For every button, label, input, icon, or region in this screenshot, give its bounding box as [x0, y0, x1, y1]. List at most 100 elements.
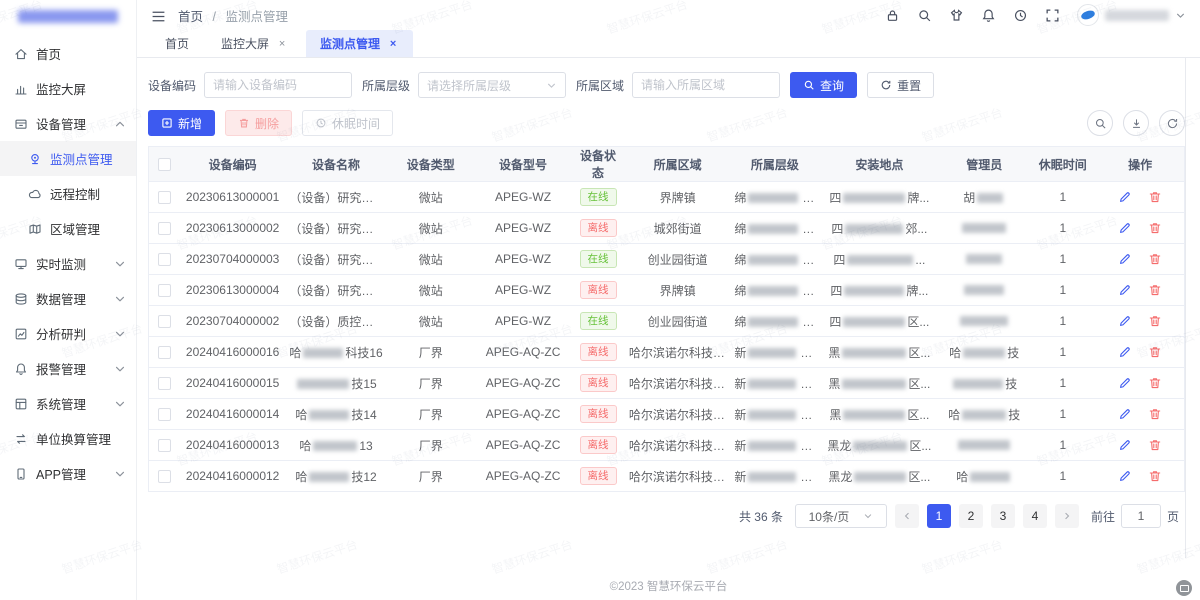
- row-checkbox[interactable]: [158, 408, 171, 421]
- edit-icon[interactable]: [1118, 314, 1132, 328]
- table-row: 20240416000013 哈13 厂界 APEG-AQ-ZC 离线 哈尔滨诺…: [149, 430, 1185, 461]
- next-page-button[interactable]: [1055, 504, 1079, 528]
- reset-button[interactable]: 重置: [867, 72, 934, 98]
- sidebar-item-big-screen[interactable]: 监控大屏: [0, 71, 136, 106]
- tab-0[interactable]: 首页: [151, 30, 203, 57]
- history-clock-icon[interactable]: [1013, 8, 1028, 23]
- edit-icon[interactable]: [1118, 190, 1132, 204]
- row-checkbox[interactable]: [158, 191, 171, 204]
- download-icon[interactable]: [1123, 110, 1149, 136]
- delete-icon[interactable]: [1148, 221, 1162, 235]
- tab-1[interactable]: 监控大屏×: [207, 30, 302, 57]
- chevron-down-icon: [546, 80, 557, 91]
- delete-icon[interactable]: [1148, 190, 1162, 204]
- sidebar-item-region-mgmt[interactable]: 区域管理: [0, 211, 136, 246]
- cell-checkbox: [149, 213, 180, 244]
- delete-icon[interactable]: [1148, 407, 1162, 421]
- sidebar-item-alarm-mgmt[interactable]: 报警管理: [0, 351, 136, 386]
- edit-icon[interactable]: [1118, 345, 1132, 359]
- cell-admin: 哈技: [939, 399, 1029, 430]
- sidebar-item-analysis[interactable]: 分析研判: [0, 316, 136, 351]
- sidebar-item-app-mgmt[interactable]: APP管理: [0, 456, 136, 491]
- tab-2[interactable]: 监测点管理×: [306, 30, 413, 57]
- edit-icon[interactable]: [1118, 221, 1132, 235]
- row-checkbox[interactable]: [158, 315, 171, 328]
- delete-icon[interactable]: [1148, 314, 1162, 328]
- collapse-menu-icon[interactable]: [151, 9, 166, 22]
- sidebar-item-realtime-monitor[interactable]: 实时监测: [0, 246, 136, 281]
- sleep-time-button[interactable]: 休眠时间: [302, 110, 393, 136]
- region-input[interactable]: [632, 72, 780, 98]
- reset-button-label: 重置: [897, 77, 921, 94]
- table-search-icon[interactable]: [1087, 110, 1113, 136]
- cell-region: 哈尔滨诺尔科技有...: [625, 399, 730, 430]
- fullscreen-icon[interactable]: [1045, 8, 1060, 23]
- delete-button[interactable]: 删除: [225, 110, 292, 136]
- sidebar-item-monitor-point-mgmt[interactable]: 监测点管理: [0, 141, 136, 176]
- redacted-text: [953, 379, 1003, 389]
- row-checkbox[interactable]: [158, 222, 171, 235]
- delete-icon[interactable]: [1148, 345, 1162, 359]
- edit-icon[interactable]: [1118, 469, 1132, 483]
- breadcrumb-home[interactable]: 首页: [178, 10, 203, 24]
- redacted-text: [748, 255, 798, 265]
- delete-icon[interactable]: [1148, 469, 1162, 483]
- page-button-3[interactable]: 3: [991, 504, 1015, 528]
- page-button-4[interactable]: 4: [1023, 504, 1047, 528]
- redacted-text: [748, 348, 796, 358]
- table-row: 20240416000014 哈技14 厂界 APEG-AQ-ZC 离线 哈尔滨…: [149, 399, 1185, 430]
- close-icon[interactable]: ×: [387, 38, 399, 50]
- add-button[interactable]: 新增: [148, 110, 215, 136]
- row-checkbox[interactable]: [158, 377, 171, 390]
- sidebar-item-unit-convert-mgmt[interactable]: 单位换算管理: [0, 421, 136, 456]
- delete-icon[interactable]: [1148, 252, 1162, 266]
- cell-layer: 绵生...: [730, 306, 819, 337]
- cell-name: 哈科技16: [285, 337, 386, 368]
- page-button-2[interactable]: 2: [959, 504, 983, 528]
- sidebar-item-system-mgmt[interactable]: 系统管理: [0, 386, 136, 421]
- sidebar-item-home[interactable]: 首页: [0, 36, 136, 71]
- cell-admin: [939, 244, 1029, 275]
- theme-icon[interactable]: [949, 8, 964, 23]
- delete-icon[interactable]: [1148, 376, 1162, 390]
- row-checkbox[interactable]: [158, 439, 171, 452]
- cell-sleep: 1: [1029, 430, 1096, 461]
- cell-type: 厂界: [387, 337, 475, 368]
- breadcrumb: 首页 / 监测点管理: [178, 6, 288, 25]
- edit-icon[interactable]: [1118, 252, 1132, 266]
- close-icon[interactable]: ×: [276, 38, 288, 50]
- notification-bell-icon[interactable]: [981, 8, 996, 23]
- search-button[interactable]: 查询: [790, 72, 857, 98]
- delete-icon[interactable]: [1148, 438, 1162, 452]
- lock-icon[interactable]: [885, 8, 900, 23]
- cell-name: （设备）研究院04: [285, 275, 386, 306]
- sidebar-item-data-mgmt[interactable]: 数据管理: [0, 281, 136, 316]
- edit-icon[interactable]: [1118, 438, 1132, 452]
- refresh-icon[interactable]: [1159, 110, 1185, 136]
- sidebar-item-device-mgmt[interactable]: 设备管理: [0, 106, 136, 141]
- user-menu[interactable]: [1077, 4, 1186, 26]
- row-checkbox[interactable]: [158, 346, 171, 359]
- prev-page-button[interactable]: [895, 504, 919, 528]
- goto-page-input[interactable]: [1121, 504, 1161, 528]
- cell-status: 离线: [571, 399, 625, 430]
- floating-helper-button[interactable]: [1176, 580, 1192, 596]
- page-size-select[interactable]: 10条/页: [795, 504, 887, 528]
- delete-icon[interactable]: [1148, 283, 1162, 297]
- edit-icon[interactable]: [1118, 407, 1132, 421]
- cell-ops: [1096, 430, 1184, 461]
- page-button-1[interactable]: 1: [927, 504, 951, 528]
- row-checkbox[interactable]: [158, 470, 171, 483]
- device-code-input[interactable]: [204, 72, 352, 98]
- row-checkbox[interactable]: [158, 253, 171, 266]
- edit-icon[interactable]: [1118, 376, 1132, 390]
- layer-select[interactable]: 请选择所属层级: [418, 72, 566, 98]
- row-checkbox[interactable]: [158, 284, 171, 297]
- select-all-checkbox[interactable]: [158, 158, 171, 171]
- cell-status: 离线: [571, 430, 625, 461]
- edit-icon[interactable]: [1118, 283, 1132, 297]
- sidebar-item-label: APP管理: [36, 464, 114, 483]
- redacted-text: [958, 440, 1010, 450]
- sidebar-item-remote-control[interactable]: 远程控制: [0, 176, 136, 211]
- search-icon[interactable]: [917, 8, 932, 23]
